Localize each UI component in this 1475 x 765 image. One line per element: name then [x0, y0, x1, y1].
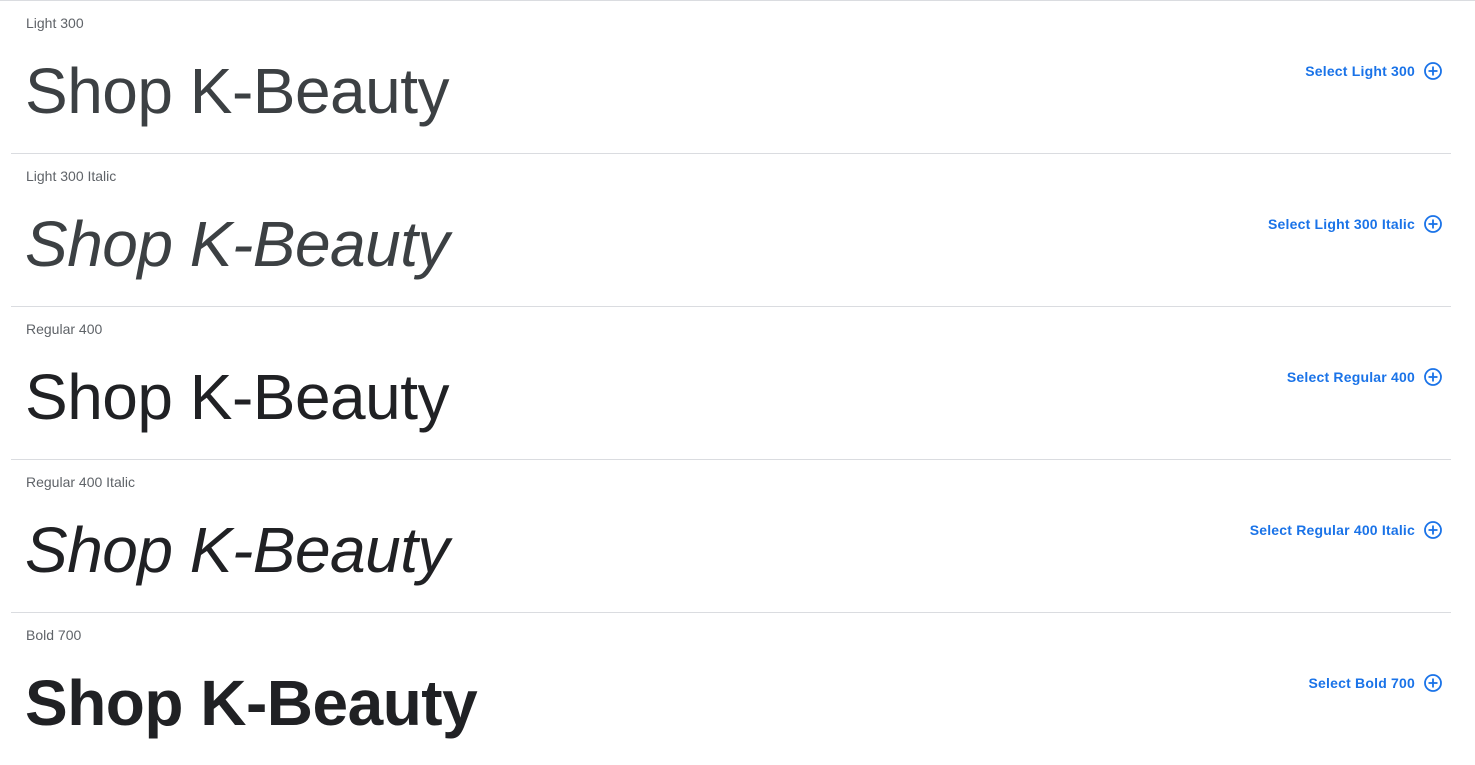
- style-label: Regular 400 Italic: [26, 474, 135, 490]
- select-light-300-italic-button[interactable]: Select Light 300 Italic: [1268, 214, 1443, 234]
- sample-text: Shop K-Beauty: [25, 208, 450, 280]
- sample-text: Shop K-Beauty: [25, 361, 450, 433]
- select-bold-700-button[interactable]: Select Bold 700: [1309, 673, 1444, 693]
- add-circle-icon: [1424, 521, 1442, 539]
- style-label: Bold 700: [26, 627, 82, 643]
- add-circle-icon: [1424, 674, 1442, 692]
- add-circle-icon: [1424, 215, 1442, 233]
- select-button-label: Select Light 300 Italic: [1268, 216, 1415, 232]
- font-style-row-regular-400-italic: Regular 400 Italic Shop K-Beauty Select …: [11, 460, 1451, 613]
- select-button-label: Select Bold 700: [1308, 675, 1415, 691]
- font-styles-list: Light 300 Shop K-Beauty Select Light 300…: [11, 1, 1451, 765]
- add-circle-icon: [1424, 368, 1442, 386]
- font-style-row-bold-700: Bold 700 Shop K-Beauty Select Bold 700: [11, 613, 1451, 765]
- sample-text: Shop K-Beauty: [25, 55, 450, 127]
- style-label: Light 300: [26, 15, 84, 31]
- select-button-label: Select Regular 400: [1286, 369, 1415, 385]
- select-button-label: Select Regular 400 Italic: [1249, 522, 1415, 538]
- font-style-row-regular-400: Regular 400 Shop K-Beauty Select Regular…: [11, 307, 1451, 460]
- sample-text: Shop K-Beauty: [25, 667, 478, 739]
- select-light-300-button[interactable]: Select Light 300: [1305, 61, 1443, 81]
- add-circle-icon: [1424, 62, 1442, 80]
- font-style-row-light-300: Light 300 Shop K-Beauty Select Light 300: [11, 1, 1451, 154]
- style-label: Regular 400: [26, 321, 103, 337]
- sample-text: Shop K-Beauty: [25, 514, 450, 586]
- style-label: Light 300 Italic: [26, 168, 117, 184]
- font-style-row-light-300-italic: Light 300 Italic Shop K-Beauty Select Li…: [11, 154, 1451, 307]
- select-button-label: Select Light 300: [1305, 63, 1415, 79]
- select-regular-400-button[interactable]: Select Regular 400: [1287, 367, 1443, 387]
- select-regular-400-italic-button[interactable]: Select Regular 400 Italic: [1250, 520, 1443, 540]
